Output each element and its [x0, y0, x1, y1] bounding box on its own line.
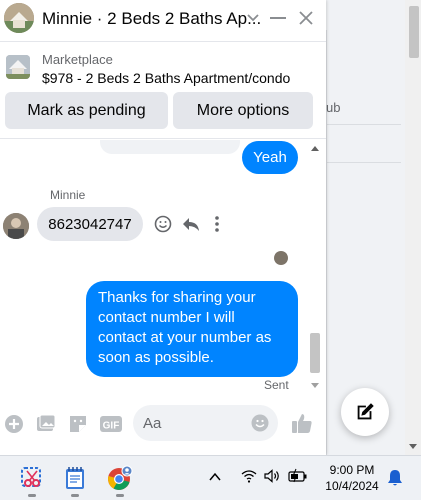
taskbar-app-chrome[interactable] [106, 464, 134, 492]
message-composer: GIF Aa [0, 402, 326, 446]
clock-date: 10/4/2024 [325, 479, 379, 493]
incoming-message[interactable]: 8623042747 [37, 207, 143, 241]
page-scroll-down-arrow[interactable] [409, 444, 417, 449]
taskbar-running-indicator [28, 494, 36, 497]
new-message-button[interactable] [341, 388, 389, 436]
message-input-placeholder[interactable]: Aa [143, 415, 161, 432]
gif-icon[interactable]: GIF [100, 414, 122, 434]
compose-icon [357, 403, 374, 420]
scroll-up-arrow[interactable] [311, 146, 319, 151]
close-icon[interactable] [298, 10, 314, 26]
message-input[interactable]: Aa [133, 405, 278, 441]
chat-window: Minnie · 2 Beds 2 Baths Ap... Marketplac… [0, 0, 326, 455]
listing-description[interactable]: $978 - 2 Beds 2 Baths Apartment/condo [42, 70, 290, 86]
taskbar-clock[interactable]: 9:00 PM 10/4/2024 [322, 462, 382, 494]
volume-icon[interactable] [264, 469, 282, 483]
messages-scrollbar[interactable] [308, 140, 322, 392]
background-divider [326, 124, 401, 125]
chat-title[interactable]: Minnie · 2 Beds 2 Baths Ap... [42, 9, 261, 29]
clock-time: 9:00 PM [329, 463, 375, 477]
notification-bell-icon[interactable] [387, 469, 403, 487]
more-icon[interactable] [213, 215, 221, 233]
chat-header[interactable]: Minnie · 2 Beds 2 Baths Ap... [0, 0, 326, 40]
messages-scrollbar-thumb[interactable] [310, 333, 320, 373]
sender-avatar[interactable] [3, 213, 29, 239]
taskbar-running-indicator [116, 494, 124, 497]
more-options-button[interactable]: More options [173, 92, 313, 129]
image-icon[interactable] [36, 414, 56, 434]
chrome-icon [108, 465, 133, 490]
contact-avatar[interactable] [4, 3, 34, 33]
minimize-icon[interactable] [270, 17, 286, 19]
taskbar-app-notepad[interactable] [61, 464, 89, 492]
wifi-icon[interactable] [241, 469, 257, 483]
windows-taskbar: 9:00 PM 10/4/2024 [0, 455, 421, 500]
notepad-icon [66, 467, 84, 489]
previous-message-bubble [100, 140, 240, 154]
emoji-icon[interactable] [251, 414, 269, 432]
background-divider [326, 162, 401, 163]
thumbs-up-icon[interactable] [291, 412, 313, 434]
seen-indicator-avatar [274, 251, 288, 265]
taskbar-running-indicator [71, 494, 79, 497]
messages-divider [0, 138, 326, 139]
background-separator [326, 30, 327, 455]
react-emoji-icon[interactable] [154, 215, 172, 233]
scroll-down-arrow[interactable] [311, 383, 319, 388]
listing-source-label: Marketplace [42, 52, 113, 67]
mark-as-pending-button[interactable]: Mark as pending [5, 92, 168, 129]
sticker-icon[interactable] [68, 414, 88, 434]
chevron-up-icon[interactable] [209, 472, 221, 482]
page-scrollbar-thumb[interactable] [409, 6, 419, 58]
plus-circle-icon[interactable] [4, 414, 24, 434]
taskbar-app-snipping-tool[interactable] [18, 464, 46, 492]
sender-name: Minnie [50, 188, 86, 202]
outgoing-message[interactable]: Thanks for sharing your contact number I… [86, 281, 298, 377]
reply-icon[interactable] [182, 215, 200, 233]
chevron-down-icon[interactable] [247, 13, 259, 23]
message-status: Sent [264, 378, 289, 392]
outgoing-message[interactable]: Yeah [242, 141, 298, 174]
page-scrollbar[interactable] [405, 0, 421, 455]
snipping-tool-icon [21, 467, 41, 487]
listing-thumbnail[interactable] [6, 55, 30, 79]
battery-icon[interactable] [288, 468, 308, 484]
marketplace-listing[interactable]: Marketplace $978 - 2 Beds 2 Baths Apartm… [0, 42, 326, 92]
background-partial-text: ub [326, 100, 341, 115]
svg-text:GIF: GIF [103, 421, 120, 432]
